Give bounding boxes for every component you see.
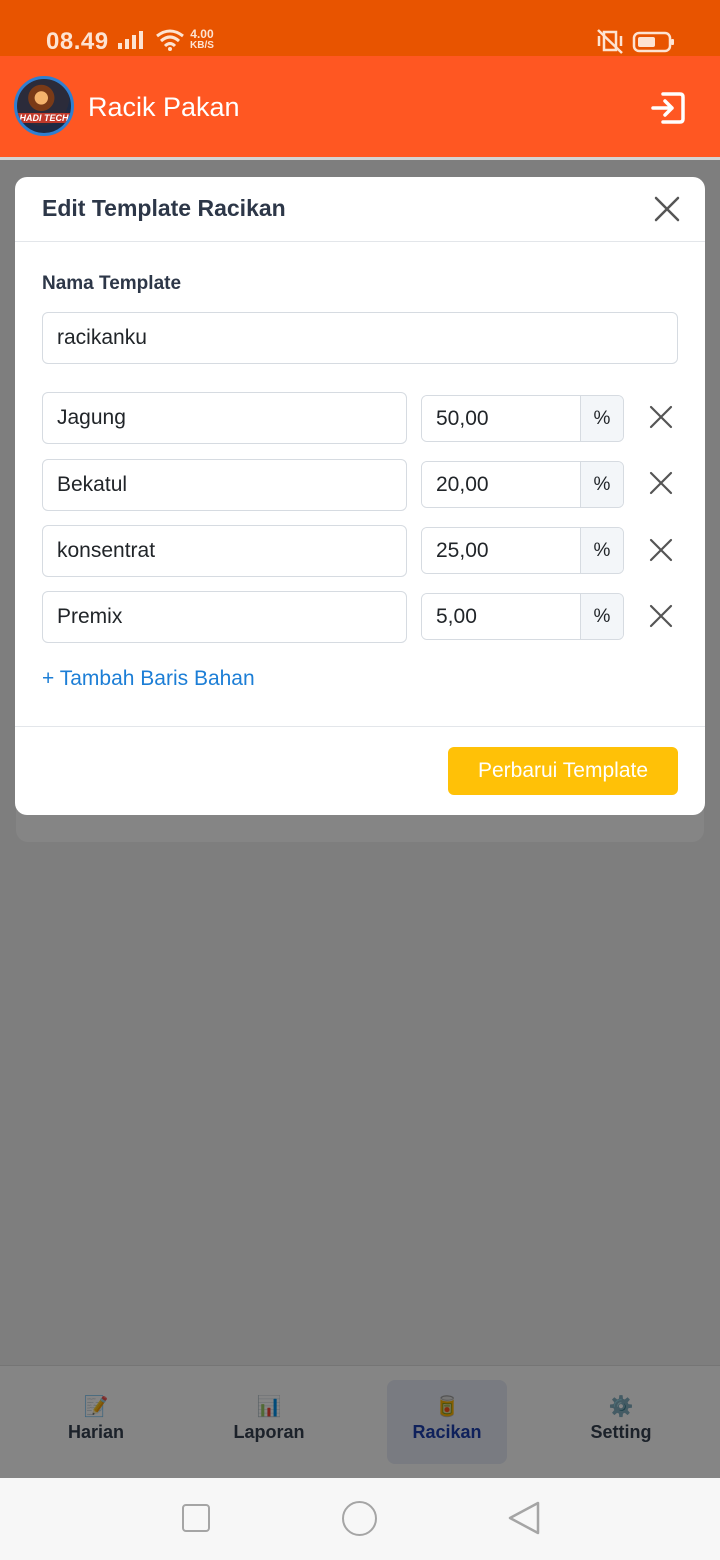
percent-unit-label: %: [580, 528, 623, 573]
ingredient-name-input[interactable]: Bekatul: [42, 459, 407, 511]
ingredient-name-input[interactable]: Jagung: [42, 392, 407, 444]
network-speed-value: 4.00: [190, 27, 214, 41]
template-name-label: Nama Template: [42, 273, 182, 294]
ingredient-name-input[interactable]: konsentrat: [42, 525, 407, 577]
ingredient-percent-input[interactable]: 20,00: [422, 462, 580, 507]
system-nav-bar: [0, 1478, 720, 1560]
network-speed: 4.00 KB/S: [190, 27, 214, 51]
home-icon[interactable]: [342, 1501, 377, 1536]
vibrate-off-icon: [597, 29, 623, 54]
percent-unit-label: %: [580, 396, 623, 441]
template-name-input[interactable]: racikanku: [42, 312, 678, 364]
modal-footer: Perbarui Template: [15, 726, 705, 815]
battery-icon: [632, 31, 674, 53]
status-time: 08.49: [46, 28, 109, 55]
ingredient-percent-group: 50,00 %: [421, 395, 624, 442]
remove-row-icon[interactable]: [649, 538, 673, 562]
avatar[interactable]: HADI TECH: [14, 76, 74, 136]
back-icon[interactable]: [506, 1500, 542, 1536]
ingredient-percent-input[interactable]: 25,00: [422, 528, 580, 573]
ingredient-name-input[interactable]: Premix: [42, 591, 407, 643]
network-speed-unit: KB/S: [190, 40, 214, 51]
ingredient-percent-input[interactable]: 5,00: [422, 594, 580, 639]
update-template-button[interactable]: Perbarui Template: [448, 747, 678, 795]
signal-icon: [118, 31, 143, 49]
wifi-icon: [156, 29, 184, 51]
percent-unit-label: %: [580, 594, 623, 639]
avatar-logo-text: HADI TECH: [17, 113, 71, 123]
ingredient-percent-input[interactable]: 50,00: [422, 396, 580, 441]
ingredient-percent-group: 5,00 %: [421, 593, 624, 640]
ingredient-percent-group: 25,00 %: [421, 527, 624, 574]
logout-icon[interactable]: [650, 90, 686, 126]
remove-row-icon[interactable]: [649, 604, 673, 628]
remove-row-icon[interactable]: [649, 405, 673, 429]
app-title: Racik Pakan: [88, 92, 240, 122]
ingredient-percent-group: 20,00 %: [421, 461, 624, 508]
percent-unit-label: %: [580, 462, 623, 507]
app-bar: HADI TECH Racik Pakan: [0, 56, 720, 160]
recent-apps-icon[interactable]: [182, 1504, 210, 1532]
modal-title: Edit Template Racikan: [42, 195, 286, 221]
remove-row-icon[interactable]: [649, 471, 673, 495]
modal-header: Edit Template Racikan: [15, 177, 705, 242]
close-icon[interactable]: [653, 195, 681, 223]
status-bar: 08.49 4.00 KB/S: [0, 0, 720, 56]
edit-template-modal: Edit Template Racikan Nama Template raci…: [15, 177, 705, 815]
add-ingredient-row-link[interactable]: + Tambah Baris Bahan: [42, 667, 255, 691]
